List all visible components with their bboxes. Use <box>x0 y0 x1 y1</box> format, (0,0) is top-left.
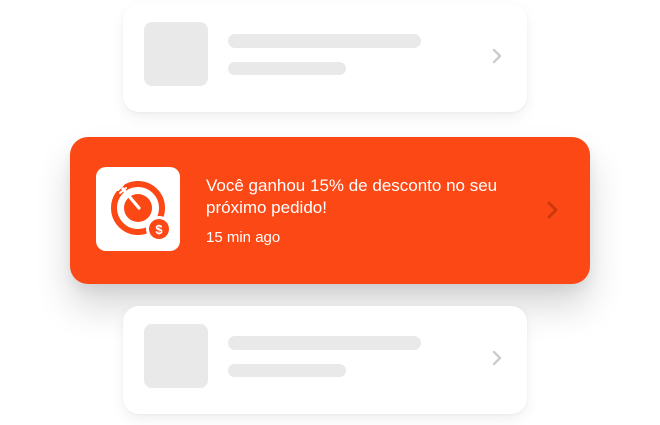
placeholder-title-line <box>228 34 421 48</box>
notification-card[interactable]: $ Você ganhou 15% de desconto no seu pró… <box>70 137 590 284</box>
food-delivery-discount-icon: $ <box>96 167 180 251</box>
chevron-right-icon <box>547 201 558 219</box>
placeholder-title-line <box>228 336 421 350</box>
placeholder-thumbnail <box>144 22 208 86</box>
notification-title: Você ganhou 15% de desconto no seu próxi… <box>206 176 498 217</box>
placeholder-subtitle-line <box>228 62 346 75</box>
chevron-right-icon <box>492 48 502 64</box>
placeholder-thumbnail <box>144 324 208 388</box>
notification-time: 15 min ago <box>206 229 281 246</box>
svg-text:$: $ <box>155 222 163 237</box>
placeholder-subtitle-line <box>228 364 346 377</box>
placeholder-notification-card[interactable] <box>123 4 527 112</box>
placeholder-notification-card[interactable] <box>123 306 527 414</box>
chevron-right-icon <box>492 350 502 366</box>
